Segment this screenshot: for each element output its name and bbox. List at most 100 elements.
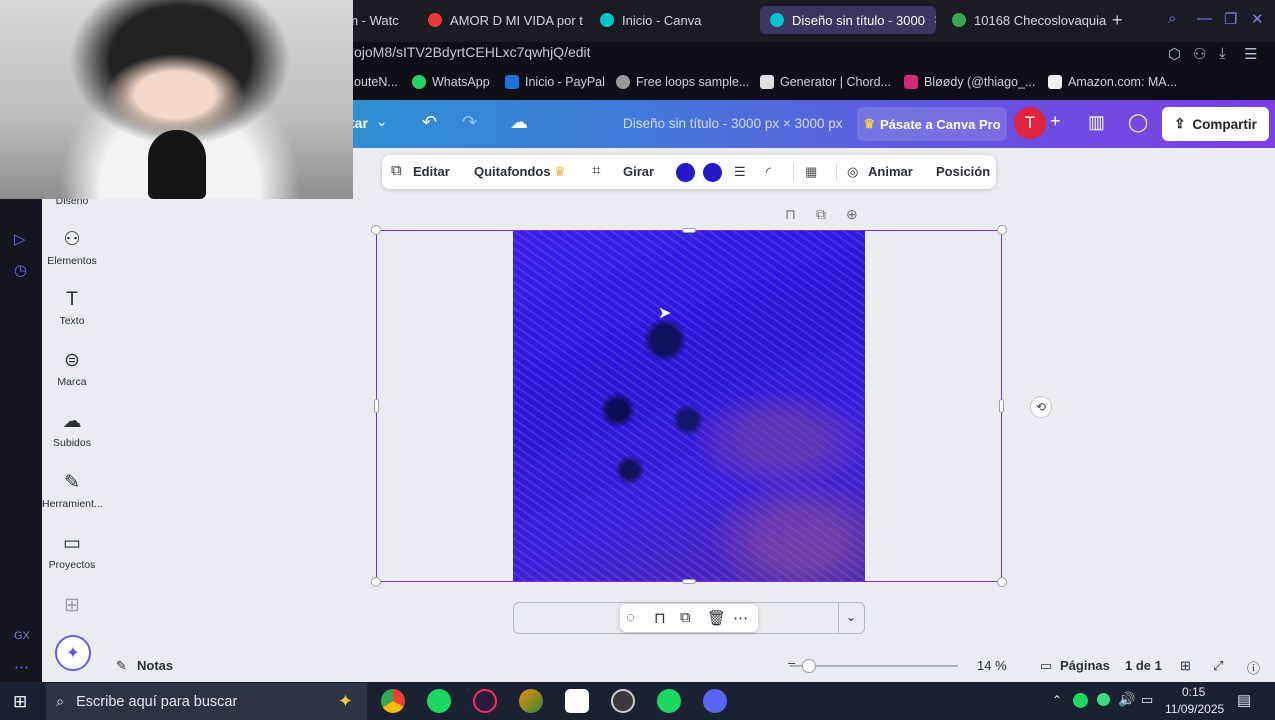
comment-icon[interactable]: ◯ bbox=[1128, 112, 1148, 133]
clock-date[interactable]: 11/09/2025 bbox=[1165, 702, 1224, 716]
search-icon[interactable]: ⌕ bbox=[1168, 10, 1176, 27]
selection-frame[interactable] bbox=[371, 225, 1007, 587]
notifications-icon[interactable]: ▤ bbox=[1237, 691, 1251, 709]
lock-icon[interactable]: ⊓ bbox=[654, 609, 666, 627]
sidebar-item-herramientas[interactable]: ✎ Herramient... bbox=[42, 471, 103, 510]
tray-app-icon[interactable] bbox=[1097, 693, 1110, 706]
spotify-icon[interactable] bbox=[657, 689, 681, 713]
volume-icon[interactable]: 🔊 bbox=[1118, 691, 1135, 708]
spotify-icon[interactable] bbox=[427, 689, 451, 713]
capcut-icon[interactable] bbox=[565, 689, 589, 713]
add-page-icon[interactable]: ⊕ bbox=[846, 206, 858, 223]
notes-button[interactable]: Notas bbox=[137, 658, 173, 673]
color-swatch-2[interactable] bbox=[703, 163, 722, 182]
color-swatch-1[interactable] bbox=[676, 163, 695, 182]
fl-studio-icon[interactable] bbox=[519, 689, 543, 713]
opera-gx-icon[interactable] bbox=[473, 689, 497, 713]
lock-icon[interactable]: ⊓ bbox=[785, 206, 796, 223]
url-text[interactable]: ojoM8/sITV2BdyrtCEHLxc7qwhjQ/edit bbox=[354, 44, 591, 60]
download-icon[interactable]: ⤓ bbox=[1219, 45, 1226, 62]
tray-expand-icon[interactable]: ⌃ bbox=[1052, 693, 1062, 707]
transparency-icon[interactable]: ▦ bbox=[805, 164, 817, 180]
resize-handle[interactable] bbox=[371, 225, 381, 235]
pages-button[interactable]: Páginas bbox=[1060, 658, 1110, 673]
bookmark-item[interactable]: Free loops sample... bbox=[616, 75, 749, 89]
add-person-icon[interactable]: + bbox=[1050, 111, 1061, 132]
bookmark-item[interactable]: Generator | Chord... bbox=[760, 75, 891, 89]
history-icon[interactable]: ◷ bbox=[14, 261, 27, 279]
cloud-saved-icon[interactable]: ☁ bbox=[510, 112, 528, 133]
minimize-icon[interactable]: — bbox=[1197, 10, 1212, 27]
discord-icon[interactable] bbox=[703, 689, 727, 713]
resize-handle[interactable] bbox=[682, 228, 696, 233]
bookmark-item[interactable]: Inicio - PayPal bbox=[505, 75, 605, 89]
bookmark-item[interactable]: WhatsApp bbox=[412, 75, 490, 89]
more-options-icon[interactable]: ⋯ bbox=[733, 609, 748, 627]
sidebar-item-apps[interactable]: ⊞ bbox=[42, 594, 102, 621]
profile-icon[interactable]: ⚇ bbox=[1193, 45, 1206, 63]
zoom-level[interactable]: 14 % bbox=[977, 658, 1007, 673]
extensions-icon[interactable]: ⬡ bbox=[1168, 45, 1181, 63]
maximize-icon[interactable]: ❐ bbox=[1224, 10, 1237, 28]
canva-pro-button[interactable]: ♛ Pásate a Canva Pro bbox=[857, 107, 1007, 141]
trash-icon[interactable]: 🗑 bbox=[707, 609, 726, 627]
help-icon[interactable]: ⓘ bbox=[1247, 658, 1260, 677]
zoom-slider-knob[interactable] bbox=[802, 659, 816, 673]
close-tab-icon[interactable]: ✕ bbox=[933, 13, 936, 27]
sidebar-item-proyectos[interactable]: ▭ Proyectos bbox=[42, 532, 102, 571]
clock-time[interactable]: 0:15 bbox=[1182, 685, 1205, 699]
animate-button[interactable]: Animar bbox=[868, 164, 913, 179]
tab-diseno-sin-titulo[interactable]: Diseño sin título - 3000 ✕ bbox=[760, 6, 936, 34]
resize-handle[interactable] bbox=[999, 399, 1004, 413]
fullscreen-icon[interactable]: ⤢ bbox=[1213, 658, 1223, 674]
share-button[interactable]: ⇪ Compartir bbox=[1162, 107, 1269, 141]
resize-handle[interactable] bbox=[371, 577, 381, 587]
tab-checoslovaquia[interactable]: 10168 Checoslovaquia - bbox=[942, 6, 1107, 34]
grid-view-icon[interactable]: ⊞ bbox=[1180, 658, 1191, 674]
gx-icon[interactable]: GX bbox=[14, 630, 30, 642]
menu-icon[interactable]: ☰ bbox=[1244, 45, 1257, 63]
redo-icon[interactable]: ↷ bbox=[462, 112, 477, 133]
bookmark-item[interactable]: Bløødy (@thiago_... bbox=[904, 75, 1035, 89]
duplicate-icon[interactable]: ⧉ bbox=[680, 609, 691, 626]
send-icon[interactable]: ▷ bbox=[14, 230, 26, 248]
chrome-icon[interactable] bbox=[381, 689, 405, 713]
sidebar-item-subidos[interactable]: ☁ Subidos bbox=[42, 410, 102, 449]
resize-handle[interactable] bbox=[682, 579, 696, 584]
document-title[interactable]: Diseño sin título - 3000 px × 3000 px bbox=[623, 116, 843, 131]
bookmark-item[interactable]: Amazon.com: MA... bbox=[1048, 75, 1177, 89]
chevron-down-icon[interactable]: ⌄ bbox=[846, 610, 856, 624]
avatar[interactable]: T bbox=[1014, 107, 1046, 139]
taskbar-search[interactable]: ⌕ Escribe aquí para buscar ✦ bbox=[46, 683, 367, 720]
new-tab-icon[interactable]: + bbox=[1112, 10, 1123, 31]
undo-icon[interactable]: ↶ bbox=[422, 112, 437, 133]
duplicate-icon[interactable]: ⧉ bbox=[816, 206, 826, 223]
comment-add-icon[interactable]: ◌ bbox=[626, 609, 635, 626]
bookmark-item[interactable]: outeN... bbox=[354, 75, 398, 89]
corner-rounding-icon[interactable]: ◜ bbox=[766, 164, 771, 180]
crop-icon[interactable]: ⌗ bbox=[592, 162, 600, 179]
magic-assistant-button[interactable]: ✦ bbox=[55, 635, 91, 671]
windows-start-icon[interactable]: ⊞ bbox=[13, 692, 27, 712]
more-icon[interactable]: ⋯ bbox=[14, 658, 29, 676]
network-icon[interactable]: ▭ bbox=[1141, 692, 1153, 708]
sidebar-item-elementos[interactable]: ⚇ Elementos bbox=[42, 228, 102, 267]
rotate-button[interactable]: Girar bbox=[623, 164, 654, 179]
tab-inicio-canva[interactable]: Inicio - Canva bbox=[590, 6, 750, 34]
resize-handle[interactable] bbox=[997, 577, 1007, 587]
bg-remover-button[interactable]: Quitafondos bbox=[474, 164, 551, 179]
edit-button[interactable]: Editar bbox=[413, 164, 450, 179]
rotate-handle-icon[interactable]: ⟲ bbox=[1030, 396, 1052, 418]
position-button[interactable]: Posición bbox=[936, 164, 990, 179]
obs-icon[interactable] bbox=[611, 689, 635, 713]
analytics-icon[interactable]: ▥ bbox=[1088, 112, 1105, 133]
resize-handle[interactable] bbox=[997, 225, 1007, 235]
sidebar-item-marca[interactable]: ⊜ Marca bbox=[42, 349, 102, 388]
close-window-icon[interactable]: ✕ bbox=[1251, 10, 1264, 28]
spotify-tray-icon[interactable] bbox=[1073, 693, 1088, 708]
sidebar-item-texto[interactable]: T Texto bbox=[42, 289, 102, 327]
chevron-down-icon[interactable]: ⌄ bbox=[376, 113, 388, 130]
resize-handle[interactable] bbox=[374, 399, 379, 413]
tab-amor-d-mi-vida[interactable]: AMOR D MI VIDA por th bbox=[418, 6, 583, 34]
border-style-icon[interactable]: ☰ bbox=[734, 164, 746, 180]
